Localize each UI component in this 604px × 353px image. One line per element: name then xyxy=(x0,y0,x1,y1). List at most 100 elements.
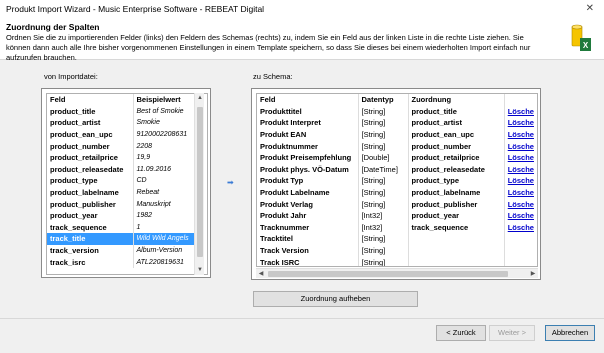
delete-link[interactable]: Lösche xyxy=(503,221,537,234)
schema-field-row[interactable]: Tracknummer [Int32] track_sequence Lösche xyxy=(257,221,537,234)
schema-field-datatype: [DateTime] xyxy=(357,163,409,176)
delete-link[interactable]: Lösche xyxy=(503,117,537,129)
delete-link[interactable] xyxy=(503,233,537,245)
source-field-name: product_labelname xyxy=(50,188,119,198)
scroll-thumb[interactable] xyxy=(197,107,203,257)
schema-field-row[interactable]: Produkt Preisempfehlung [Double] product_r… xyxy=(257,151,537,164)
source-field-sample: Best of Smokie xyxy=(132,105,203,118)
schema-field-assignment: product_type xyxy=(407,175,505,187)
next-button[interactable]: Weiter > xyxy=(489,325,535,341)
scroll-down-icon[interactable]: ▼ xyxy=(195,265,205,275)
source-field-name: track_sequence xyxy=(50,222,107,232)
schema-fields-list[interactable]: Feld Datentyp Zuordnung Produkttitel [Str… xyxy=(256,93,538,267)
source-field-row[interactable]: product_artist Smokie xyxy=(47,117,203,129)
delete-link[interactable]: Lösche xyxy=(503,186,537,199)
source-field-name: track_title xyxy=(47,233,133,245)
column-header-assignment[interactable]: Zuordnung xyxy=(407,94,505,106)
delete-link[interactable]: Lösche xyxy=(503,151,537,164)
footer-divider xyxy=(0,318,604,319)
schema-field-row[interactable]: Produkt Jahr [Int32] product_year Lösche xyxy=(257,209,537,222)
schema-field-row[interactable]: Produkt Interpret [String] product_artist L… xyxy=(257,117,537,129)
schema-field-name: Produkt Labelname xyxy=(260,188,330,198)
source-field-name: product_releasedate xyxy=(50,164,124,174)
wizard-header: Zuordnung der Spalten Ordnen Sie die zu … xyxy=(0,18,604,62)
schema-field-row[interactable]: Produkt EAN [String] product_ean_upc Lösche xyxy=(257,128,537,141)
delete-link[interactable]: Lösche xyxy=(503,140,537,152)
source-field-sample: 19,9 xyxy=(132,151,203,164)
source-field-row[interactable]: product_year 1982 xyxy=(47,209,203,222)
schema-field-assignment xyxy=(407,244,505,257)
schema-fields-table: Feld Datentyp Zuordnung Produkttitel [Str… xyxy=(257,94,537,267)
source-field-name: product_type xyxy=(50,176,98,186)
scroll-up-icon[interactable]: ▲ xyxy=(195,93,205,103)
schema-field-name: Produkt Typ xyxy=(260,176,304,186)
schema-field-name: Tracknummer xyxy=(260,222,310,232)
schema-field-row[interactable]: Produkt phys. VÖ-Datum [DateTime] product_… xyxy=(257,163,537,176)
source-field-sample: Album-Version xyxy=(132,244,203,257)
schema-field-assignment xyxy=(407,256,505,266)
schema-field-name: Produkt phys. VÖ-Datum xyxy=(260,164,349,174)
source-field-sample: 11.09.2016 xyxy=(132,163,203,176)
schema-field-assignment: product_number xyxy=(407,140,505,152)
schema-field-assignment: product_releasedate xyxy=(407,163,505,176)
source-field-row[interactable]: product_type CD xyxy=(47,175,203,187)
column-header-field[interactable]: Feld xyxy=(47,94,133,106)
source-field-row[interactable]: product_retailprice 19,9 xyxy=(47,151,203,164)
schema-field-assignment: product_retailprice xyxy=(407,151,505,164)
source-field-row[interactable]: product_publisher Manuskript xyxy=(47,198,203,210)
column-header-action xyxy=(503,94,537,106)
source-field-sample: 2208 xyxy=(132,140,203,152)
source-field-row[interactable]: product_releasedate 11.09.2016 xyxy=(47,163,203,176)
delete-link[interactable]: Lösche xyxy=(503,163,537,176)
schema-field-name: Track ISRC xyxy=(260,257,300,267)
source-field-row[interactable]: track_sequence 1 xyxy=(47,221,203,234)
schema-field-datatype: [String] xyxy=(357,186,409,199)
back-button[interactable]: < Zurück xyxy=(436,325,486,341)
schema-field-assignment: product_year xyxy=(407,209,505,222)
schema-field-name: Produktnummer xyxy=(260,141,318,151)
delete-link[interactable]: Lösche xyxy=(503,105,537,118)
delete-link[interactable] xyxy=(503,256,537,266)
schema-field-datatype: [String] xyxy=(357,244,409,257)
schema-horizontal-scrollbar[interactable]: ◀ ▶ xyxy=(256,268,538,278)
source-field-name: product_ean_upc xyxy=(50,130,113,140)
cancel-button[interactable]: Abbrechen xyxy=(545,325,595,341)
source-fields-list[interactable]: Feld Beispielwert product_title Best of S… xyxy=(46,93,208,275)
column-header-schema-field[interactable]: Feld xyxy=(257,94,358,106)
schema-field-datatype: [String] xyxy=(357,105,409,118)
delete-link[interactable]: Lösche xyxy=(503,128,537,141)
column-header-datatype[interactable]: Datentyp xyxy=(357,94,409,106)
schema-field-row[interactable]: Track Version [String] xyxy=(257,244,537,257)
source-field-name: product_artist xyxy=(50,118,101,128)
schema-field-row[interactable]: Produkt Verlag [String] product_publisher L… xyxy=(257,198,537,210)
scroll-right-icon[interactable]: ▶ xyxy=(528,269,538,279)
source-field-row[interactable]: product_ean_upc 9120002208631 xyxy=(47,128,203,141)
source-field-row[interactable]: track_version Album-Version xyxy=(47,244,203,257)
close-icon[interactable]: ✕ xyxy=(586,3,594,14)
scroll-left-icon[interactable]: ◀ xyxy=(256,269,266,279)
column-header-sample[interactable]: Beispielwert xyxy=(132,94,203,106)
schema-field-row[interactable]: Produkt Typ [String] product_type Lösche xyxy=(257,175,537,187)
source-field-sample: ATL220819631 xyxy=(132,256,203,268)
source-field-row[interactable]: product_labelname Rebeat xyxy=(47,186,203,199)
schema-field-row[interactable]: Track ISRC [String] xyxy=(257,256,537,267)
unassign-button[interactable]: Zuordnung aufheben xyxy=(253,291,418,307)
delete-link[interactable] xyxy=(503,244,537,257)
source-field-name: track_isrc xyxy=(50,257,86,267)
schema-field-name: Produkttitel xyxy=(260,106,302,116)
schema-field-row[interactable]: Produktnummer [String] product_number Lösch… xyxy=(257,140,537,152)
delete-link[interactable]: Lösche xyxy=(503,175,537,187)
delete-link[interactable]: Lösche xyxy=(503,209,537,222)
delete-link[interactable]: Lösche xyxy=(503,198,537,210)
schema-field-row[interactable]: Tracktitel [String] xyxy=(257,233,537,245)
source-field-row[interactable]: track_isrc ATL220819631 xyxy=(47,256,203,268)
source-field-row[interactable]: product_title Best of Smokie xyxy=(47,105,203,118)
source-field-row[interactable]: product_number 2208 xyxy=(47,140,203,152)
schema-field-row[interactable]: Produkt Labelname [String] product_labelna… xyxy=(257,186,537,199)
schema-field-name: Produkt EAN xyxy=(260,130,307,140)
source-vertical-scrollbar[interactable]: ▲ ▼ xyxy=(194,93,204,275)
window-title: Produkt Import Wizard - Music Enterprise… xyxy=(6,4,265,14)
schema-field-row[interactable]: Produkttitel [String] product_title Lösche xyxy=(257,105,537,118)
source-field-row[interactable]: track_title Wild Wild Angels xyxy=(47,233,203,245)
scroll-thumb[interactable] xyxy=(268,271,508,277)
